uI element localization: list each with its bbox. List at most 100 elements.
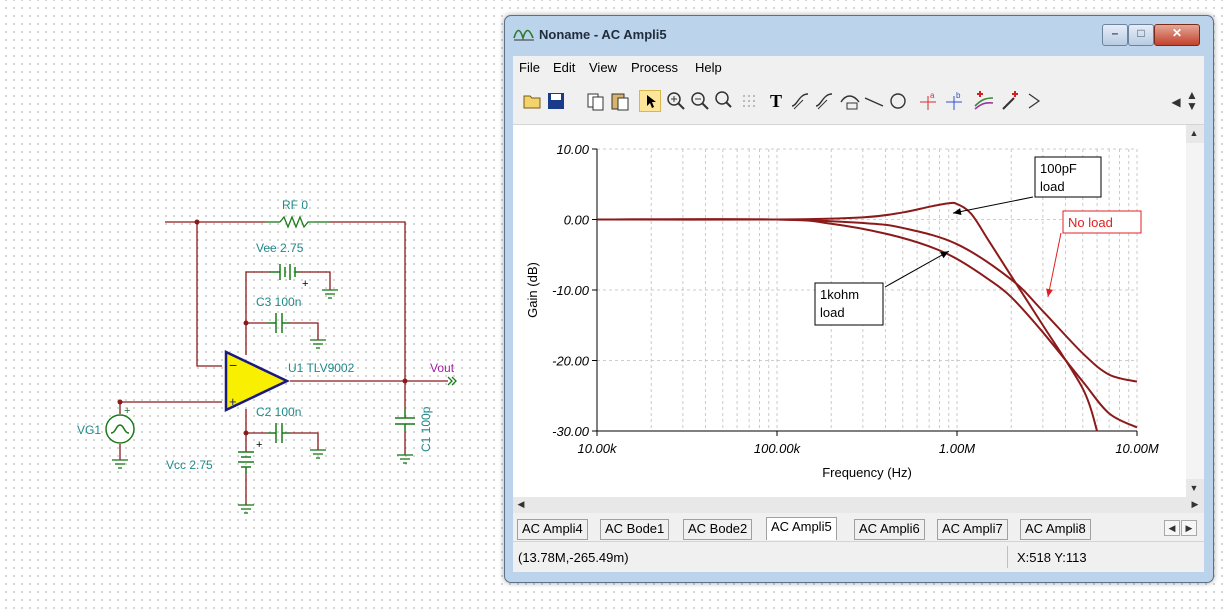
c2-label: C2 100n	[256, 405, 301, 419]
tab-strip: AC Ampli4 AC Bode1 AC Bode2 AC Ampli5 AC…	[513, 513, 1204, 541]
rf-resistor[interactable]	[279, 215, 314, 229]
curve-label-icon[interactable]	[789, 90, 811, 112]
menu-process[interactable]: Process	[631, 60, 678, 75]
dimension-icon[interactable]	[839, 90, 861, 112]
c1-label: C1 100p	[419, 406, 433, 452]
opamp-plus: +	[229, 394, 237, 409]
feedback-wire-right	[330, 221, 406, 381]
vee-label: Vee 2.75	[256, 241, 304, 255]
vertical-scrollbar[interactable]: ▲ ▼	[1186, 125, 1204, 497]
vcc-label: Vcc 2.75	[166, 458, 213, 472]
u1-label: U1 TLV9002	[288, 361, 355, 375]
maximize-icon: □	[1137, 26, 1145, 40]
menu-file[interactable]: File	[519, 60, 540, 75]
y-axis-label: Gain (dB)	[525, 262, 540, 318]
vee-wire	[245, 271, 270, 355]
menu-edit[interactable]: Edit	[553, 60, 575, 75]
svg-text:a: a	[930, 91, 935, 100]
vee-plus: +	[302, 278, 308, 290]
x-axis-label: Frequency (Hz)	[822, 465, 912, 480]
schematic-canvas[interactable]: + − + RF 0 Vee 2.75 C3 100n U1 TLV9002 V…	[0, 0, 500, 614]
gain-chart[interactable]: 10.00 0.00 -10.00 -20.00 -30.00 10.00k 100.00k…	[513, 125, 1186, 497]
tab-ac-ampli6[interactable]: AC Ampli6	[854, 519, 925, 540]
add-curve-icon[interactable]	[973, 90, 995, 112]
tab-ac-bode2[interactable]: AC Bode2	[683, 519, 753, 540]
opamp-minus: −	[229, 357, 237, 373]
zoom-out-icon[interactable]	[689, 90, 711, 112]
minimize-button[interactable]: –	[1102, 24, 1128, 46]
grid-icon[interactable]	[739, 90, 761, 112]
y-tick-label: -20.00	[552, 354, 590, 369]
window-title: Noname - AC Ampli5	[539, 27, 667, 42]
copy-icon[interactable]	[585, 90, 607, 112]
inverting-wire	[196, 222, 222, 367]
annotation-text-0: load	[1040, 179, 1065, 194]
annotation-arrow-0	[952, 196, 1034, 214]
y-tick-label: -10.00	[552, 283, 590, 298]
scroll-up-icon[interactable]: ▲	[1187, 126, 1201, 140]
pointer-tool[interactable]	[639, 90, 661, 112]
c3-right-wire	[290, 322, 319, 340]
cursor-b-icon[interactable]: b	[943, 90, 965, 112]
x-tick-label: 1.00M	[939, 441, 975, 456]
menu-view[interactable]: View	[589, 60, 617, 75]
toolbar-scroll-left-icon[interactable]: ◀	[1169, 95, 1183, 109]
scroll-down-icon[interactable]: ▼	[1187, 481, 1201, 495]
tab-ac-bode1[interactable]: AC Bode1	[600, 519, 670, 540]
tab-ac-ampli7[interactable]: AC Ampli7	[937, 519, 1008, 540]
maximize-button[interactable]: □	[1128, 24, 1154, 46]
add-marker-icon[interactable]	[999, 90, 1021, 112]
menu-bar: File Edit View Process Help	[513, 56, 1204, 78]
horizontal-scrollbar[interactable]: ◀ ▶	[513, 497, 1204, 513]
scroll-left-icon[interactable]: ◀	[514, 497, 528, 511]
status-separator	[1007, 546, 1008, 568]
curve-label-2-icon[interactable]	[813, 90, 835, 112]
vcc-plus: +	[256, 439, 262, 451]
vg1-label: VG1	[77, 423, 101, 437]
title-bar[interactable]: Noname - AC Ampli5 – □ ✕	[505, 16, 1213, 56]
paste-icon[interactable]	[609, 90, 631, 112]
tab-scroll-left-icon[interactable]: ◀	[1164, 520, 1180, 536]
y-tick-label: 10.00	[556, 142, 589, 157]
arrow-flag-icon[interactable]	[1023, 90, 1045, 112]
app-icon	[513, 29, 534, 41]
annotation-text-2: load	[820, 305, 845, 320]
bode-plot-area[interactable]: 10.00 0.00 -10.00 -20.00 -30.00 10.00k 100.00k…	[513, 125, 1186, 497]
zoom-100-icon[interactable]	[713, 90, 735, 112]
minimize-icon: –	[1111, 26, 1119, 40]
vee-battery[interactable]	[270, 264, 300, 280]
vout-label: Vout	[430, 361, 455, 375]
toolbar: T a b ◀ ▲ ▼	[513, 78, 1204, 125]
line-icon[interactable]	[863, 90, 885, 112]
cursor-value: (13.78M,-265.49m)	[518, 550, 629, 565]
rf-label: RF 0	[282, 198, 308, 212]
scroll-right-icon[interactable]: ▶	[1188, 497, 1202, 511]
c2-right-wire	[290, 432, 319, 450]
text-icon[interactable]: T	[765, 90, 787, 112]
tab-ac-ampli8[interactable]: AC Ampli8	[1020, 519, 1091, 540]
status-bar: (13.78M,-265.49m) X:518 Y:113	[513, 541, 1204, 572]
save-icon[interactable]	[545, 90, 567, 112]
menu-help[interactable]: Help	[695, 60, 722, 75]
c3-capacitor[interactable]	[268, 313, 290, 333]
tab-scroll-right-icon[interactable]: ▶	[1181, 520, 1197, 536]
vcc-battery[interactable]	[238, 451, 254, 474]
toolbar-spin-icon[interactable]: ▲ ▼	[1185, 89, 1199, 114]
circle-icon[interactable]	[887, 90, 909, 112]
vout-terminal[interactable]	[447, 376, 457, 386]
annotation-text-2: 1kohm	[820, 287, 859, 302]
tab-ac-ampli5[interactable]: AC Ampli5	[766, 517, 837, 540]
c1-capacitor[interactable]	[395, 410, 415, 432]
cursor-a-icon[interactable]: a	[917, 90, 939, 112]
c2-capacitor[interactable]	[268, 423, 290, 443]
tab-ac-ampli4[interactable]: AC Ampli4	[517, 519, 588, 540]
vertical-scroll-thumb[interactable]	[1186, 143, 1204, 479]
close-button[interactable]: ✕	[1154, 24, 1200, 46]
annotation-arrowhead-1	[1046, 288, 1053, 298]
y-tick-label: -30.00	[552, 424, 590, 439]
open-folder-icon[interactable]	[521, 90, 543, 112]
x-tick-label: 10.00k	[577, 441, 618, 456]
annotation-text-1: No load	[1068, 215, 1113, 230]
zoom-in-icon[interactable]	[665, 90, 687, 112]
annotation-arrow-1	[1047, 232, 1062, 298]
